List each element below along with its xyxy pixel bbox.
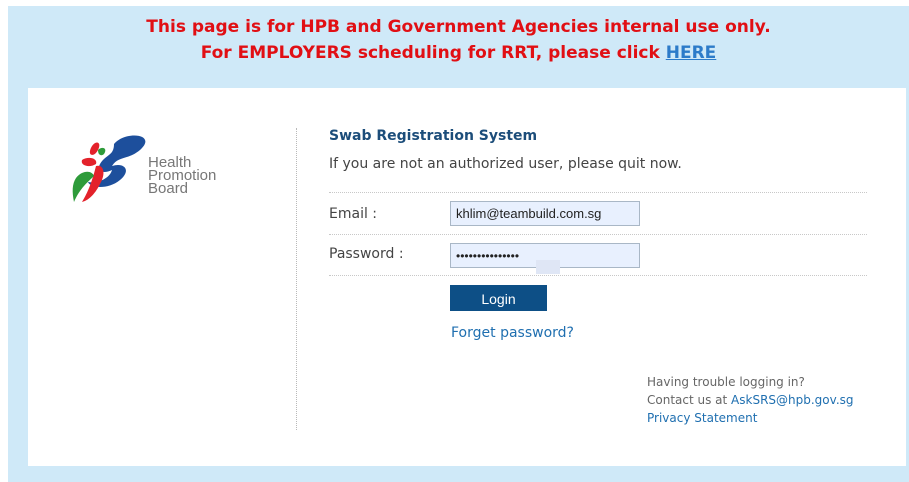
vertical-divider <box>296 128 297 430</box>
email-field[interactable] <box>450 201 640 226</box>
notice-line-2: For EMPLOYERS scheduling for RRT, please… <box>8 40 909 66</box>
divider-line <box>329 192 867 193</box>
employer-here-link[interactable]: HERE <box>666 43 717 63</box>
notice-line-1: This page is for HPB and Government Agen… <box>146 17 771 37</box>
divider-line <box>329 275 867 276</box>
contact-email-link[interactable]: AskSRS@hpb.gov.sg <box>731 393 853 407</box>
authorization-warning: If you are not an authorized user, pleas… <box>329 156 682 172</box>
contact-prefix: Contact us at <box>647 393 732 407</box>
trouble-text: Having trouble logging in? <box>647 375 805 389</box>
internal-use-notice: This page is for HPB and Government Agen… <box>8 14 909 66</box>
system-title: Swab Registration System <box>329 128 538 144</box>
contact-line: Contact us at AskSRS@hpb.gov.sg <box>647 391 854 409</box>
forget-password-link[interactable]: Forget password? <box>451 325 574 341</box>
hpb-logo-mark-icon <box>72 135 146 202</box>
page-frame: This page is for HPB and Government Agen… <box>8 6 909 482</box>
password-label: Password : <box>329 246 404 262</box>
autofill-hint <box>536 260 560 274</box>
privacy-line: Privacy Statement <box>647 409 854 427</box>
privacy-statement-link[interactable]: Privacy Statement <box>647 411 757 425</box>
login-button[interactable]: Login <box>450 285 547 311</box>
notice-line-2-text: For EMPLOYERS scheduling for RRT, please… <box>200 43 666 63</box>
divider-line <box>329 234 867 235</box>
hpb-logo-text: Health Promotion Board <box>148 155 216 196</box>
help-section: Having trouble logging in? Contact us at… <box>647 373 854 427</box>
hpb-logo: Health Promotion Board <box>68 126 228 206</box>
login-card: Health Promotion Board Swab Registration… <box>28 88 906 466</box>
email-label: Email : <box>329 206 378 222</box>
